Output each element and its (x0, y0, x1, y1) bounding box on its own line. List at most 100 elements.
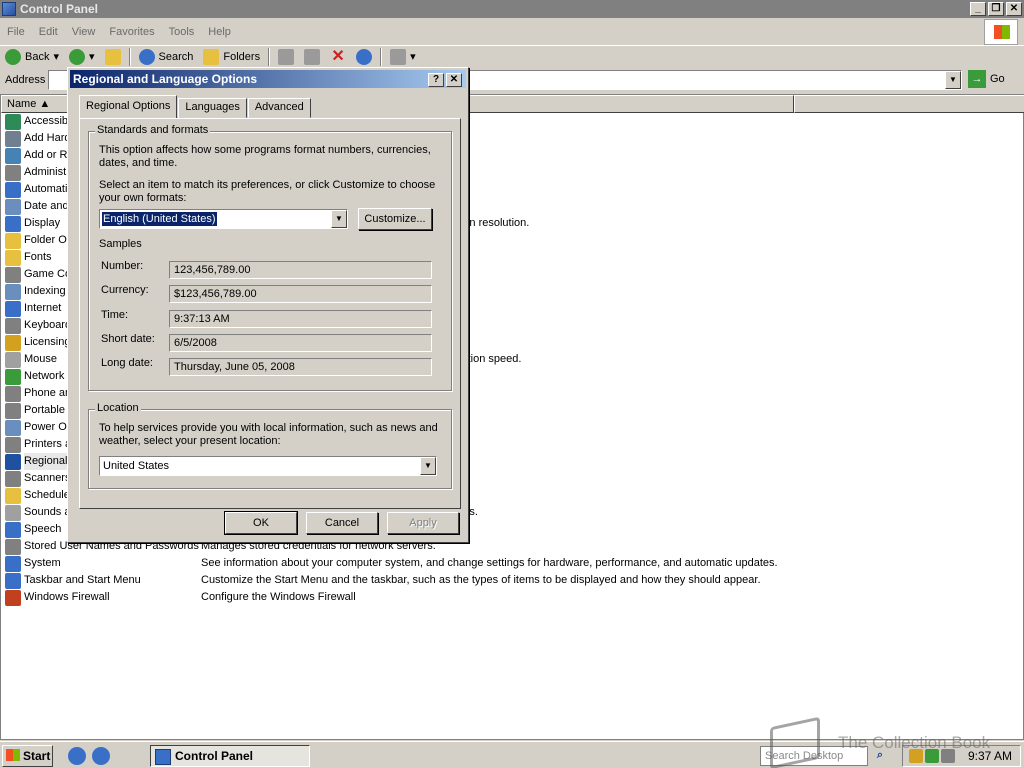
location-select-value: United States (103, 460, 170, 472)
menu-view[interactable]: View (65, 26, 103, 38)
list-item-name: Phone an (24, 387, 72, 399)
list-item-name-cell: Fonts (5, 249, 52, 266)
folders-label: Folders (223, 50, 261, 63)
views-button[interactable]: ▾ (385, 47, 421, 67)
sample-time-label: Time: (101, 309, 129, 321)
minimize-button[interactable]: _ (970, 2, 986, 16)
list-item-name: Sounds a (24, 506, 71, 518)
tab-languages[interactable]: Languages (178, 98, 247, 118)
list-item-name-cell: Add or R (5, 147, 67, 164)
list-item-name: Speech (24, 523, 62, 535)
list-item-name-cell: Phone an (5, 385, 71, 402)
list-item-name: Licensing (24, 336, 71, 348)
customize-button[interactable]: Customize... (358, 208, 432, 230)
list-item-name-cell: Speech (5, 521, 61, 538)
folders-button[interactable]: Folders (198, 47, 265, 67)
control-panel-item-icon (5, 181, 21, 198)
restore-button[interactable]: ❐ (988, 2, 1004, 16)
forward-dropdown-icon[interactable]: ▾ (89, 50, 95, 63)
copy-to-button[interactable] (299, 47, 325, 67)
list-item-name: Accessibi (24, 115, 71, 127)
move-to-button[interactable] (273, 47, 299, 67)
list-item-name: Internet (24, 302, 62, 314)
search-button[interactable]: Search (134, 47, 199, 67)
watermark-text: The Collection Book (838, 733, 991, 752)
search-label: Search (158, 50, 194, 63)
list-item-description: Customize the Start Menu and the taskbar… (201, 574, 761, 586)
move-to-icon (278, 48, 295, 65)
views-dropdown-icon: ▾ (410, 51, 416, 63)
list-item[interactable]: Taskbar and Start Menu Customize the Star… (1, 572, 1024, 589)
control-panel-item-icon (5, 317, 21, 334)
dialog-tabs: Regional Options Languages Advanced (79, 95, 312, 118)
close-button[interactable]: ✕ (1006, 2, 1022, 16)
list-item-name-cell: Mouse (5, 351, 57, 368)
sample-time-value: 9:37:13 AM (169, 310, 432, 328)
list-item-name: Network (24, 370, 65, 382)
list-item[interactable]: Windows Firewall Configure the Windows Fi… (1, 589, 1024, 606)
sample-number-value: 123,456,789.00 (169, 261, 432, 279)
window-controls: _ ❐ ✕ (970, 2, 1022, 16)
control-panel-icon (2, 2, 16, 16)
delete-x-icon: ✕ (331, 47, 345, 65)
quicklaunch-desktop-icon[interactable] (68, 747, 86, 765)
taskbar-control-panel[interactable]: Control Panel (150, 745, 310, 767)
sample-number-label: Number: (101, 260, 144, 272)
control-panel-item-icon (5, 487, 21, 504)
address-dropdown-icon[interactable]: ▼ (945, 71, 961, 89)
standards-desc-line1: This option affects how some programs fo… (99, 144, 431, 156)
list-item-description: Configure the Windows Firewall (201, 591, 356, 603)
up-folder-icon (104, 48, 121, 65)
start-button[interactable]: Start (2, 745, 53, 767)
list-item-name: Schedule (24, 489, 70, 501)
sample-currency-label: Currency: (101, 284, 149, 296)
quicklaunch-ie-icon[interactable] (92, 747, 110, 765)
standard-toolbar: Back ▾ ▾ Search Folders ✕ ▾ (0, 45, 1024, 67)
format-dropdown-icon[interactable]: ▼ (331, 210, 347, 228)
toolbar-separator (268, 47, 271, 66)
back-dropdown-icon[interactable]: ▾ (53, 50, 59, 63)
menu-tools[interactable]: Tools (162, 26, 202, 38)
menu-file[interactable]: File (0, 26, 32, 38)
folders-icon (203, 48, 220, 65)
list-item-name-cell: Taskbar and Start Menu (5, 572, 141, 589)
dialog-title: Regional and Language Options (73, 72, 258, 86)
back-button[interactable]: Back ▾ (0, 47, 64, 67)
menu-favorites[interactable]: Favorites (102, 26, 161, 38)
tab-advanced[interactable]: Advanced (247, 98, 311, 118)
list-item[interactable]: System See information about your compute… (1, 555, 1024, 572)
list-item-name-cell: Scanners (5, 470, 70, 487)
list-item-name: Keyboard (24, 319, 72, 331)
standards-group-title: Standards and formats (95, 124, 211, 136)
control-panel-item-icon (5, 147, 21, 164)
cancel-button[interactable]: Cancel (306, 512, 378, 534)
column-header-filler (794, 95, 1024, 113)
menu-help[interactable]: Help (201, 26, 238, 38)
delete-button[interactable]: ✕ (325, 47, 351, 67)
ok-button[interactable]: OK (224, 511, 298, 535)
list-item-name-cell: Automati (5, 181, 67, 198)
window-titlebar: Control Panel _ ❐ ✕ (0, 0, 1024, 18)
menu-edit[interactable]: Edit (32, 26, 65, 38)
dialog-close-button[interactable]: ✕ (446, 73, 462, 87)
location-select[interactable]: United States ▼ (99, 456, 437, 476)
go-button[interactable]: → Go (968, 70, 1005, 88)
control-panel-item-icon (5, 334, 21, 351)
format-select[interactable]: English (United States) ▼ (99, 209, 348, 229)
tab-regional-options[interactable]: Regional Options (79, 95, 178, 118)
list-item-name-cell: Folder Op (5, 232, 73, 249)
standards-formats-group: Standards and formats This option affect… (88, 124, 452, 391)
views-icon (390, 48, 407, 65)
dialog-controls: ? ✕ (428, 73, 462, 87)
address-label: Address (5, 74, 46, 86)
back-label: Back (25, 50, 50, 63)
location-group-title: Location (95, 402, 141, 414)
forward-button[interactable]: ▾ (64, 47, 100, 67)
up-button[interactable] (100, 47, 126, 67)
apply-button[interactable]: Apply (387, 512, 459, 534)
location-dropdown-icon[interactable]: ▼ (420, 457, 436, 475)
dialog-help-button[interactable]: ? (428, 73, 444, 87)
undo-button[interactable] (351, 47, 377, 67)
control-panel-item-icon (5, 538, 21, 555)
sample-short-date-value: 6/5/2008 (169, 334, 432, 352)
